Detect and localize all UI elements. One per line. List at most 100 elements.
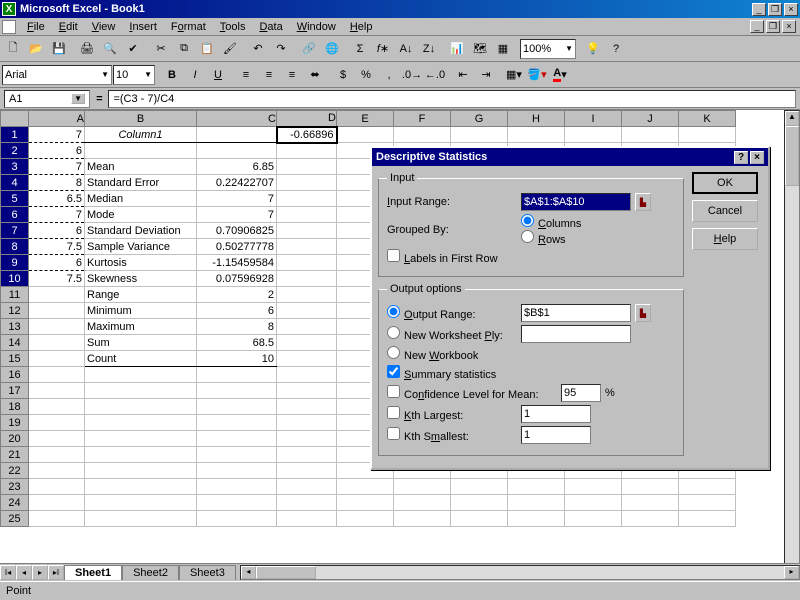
currency-icon[interactable]: $ [332, 64, 354, 85]
menu-tools[interactable]: Tools [213, 20, 253, 34]
cell-H25[interactable] [508, 511, 565, 527]
cell-D21[interactable] [277, 447, 337, 463]
col-header-G[interactable]: G [451, 111, 508, 127]
kth-smallest-field[interactable] [521, 426, 591, 444]
cell-A12[interactable] [29, 303, 85, 319]
cell-D5[interactable] [277, 191, 337, 207]
cell-E25[interactable] [337, 511, 394, 527]
format-painter-icon[interactable]: 🖌 [219, 38, 241, 59]
new-icon[interactable]: 🗋 [2, 38, 24, 59]
cell-J24[interactable] [622, 495, 679, 511]
cell-D15[interactable] [277, 351, 337, 367]
output-range-field[interactable] [521, 304, 631, 322]
cell-J23[interactable] [622, 479, 679, 495]
cell-D20[interactable] [277, 431, 337, 447]
row-header-13[interactable]: 13 [1, 319, 29, 335]
sheet-tab-2[interactable]: Sheet2 [122, 565, 179, 580]
cell-C4[interactable]: 0.22422707 [197, 175, 277, 191]
ok-button[interactable]: OK [692, 172, 758, 194]
cell-A21[interactable] [29, 447, 85, 463]
underline-icon[interactable]: U [207, 64, 229, 85]
cell-A7[interactable]: 6 [29, 223, 85, 239]
cell-A23[interactable] [29, 479, 85, 495]
cell-B3[interactable]: Mean [85, 159, 197, 175]
cell-C19[interactable] [197, 415, 277, 431]
cell-D19[interactable] [277, 415, 337, 431]
cell-C13[interactable]: 8 [197, 319, 277, 335]
cell-C17[interactable] [197, 383, 277, 399]
cell-D1[interactable]: -0.66896 [277, 127, 337, 143]
row-header-7[interactable]: 7 [1, 223, 29, 239]
cell-G25[interactable] [451, 511, 508, 527]
map-icon[interactable]: 🗺 [469, 38, 491, 59]
cell-C24[interactable] [197, 495, 277, 511]
doc-close-button[interactable]: × [782, 20, 796, 33]
autosum-icon[interactable]: Σ [349, 38, 371, 59]
pivot-icon[interactable]: ▦ [492, 38, 514, 59]
row-header-14[interactable]: 14 [1, 335, 29, 351]
cell-H1[interactable] [508, 127, 565, 143]
cell-D24[interactable] [277, 495, 337, 511]
fill-color-icon[interactable]: 🪣▾ [526, 64, 548, 85]
range-select-icon[interactable]: ▙ [635, 193, 651, 211]
cell-A18[interactable] [29, 399, 85, 415]
scroll-up-icon[interactable]: ▲ [785, 111, 799, 126]
cell-J25[interactable] [622, 511, 679, 527]
cell-G24[interactable] [451, 495, 508, 511]
new-worksheet-radio[interactable]: New Worksheet Ply: [387, 326, 517, 342]
row-header-15[interactable]: 15 [1, 351, 29, 367]
cell-B9[interactable]: Kurtosis [85, 255, 197, 271]
cell-A8[interactable]: 7.5 [29, 239, 85, 255]
scroll-left-icon[interactable]: ◂ [241, 566, 256, 579]
cell-A13[interactable] [29, 319, 85, 335]
row-header-22[interactable]: 22 [1, 463, 29, 479]
web-toolbar-icon[interactable]: 🌐 [321, 38, 343, 59]
font-name-combo[interactable]: Arial▼ [2, 65, 112, 85]
row-header-1[interactable]: 1 [1, 127, 29, 143]
cell-C3[interactable]: 6.85 [197, 159, 277, 175]
vertical-scrollbar[interactable]: ▲ ▼ [784, 110, 800, 580]
align-right-icon[interactable]: ≡ [281, 64, 303, 85]
align-center-icon[interactable]: ≡ [258, 64, 280, 85]
doc-restore-button[interactable]: ❐ [766, 20, 780, 33]
row-header-18[interactable]: 18 [1, 399, 29, 415]
new-workbook-radio[interactable]: New Workbook [387, 346, 478, 362]
cell-B21[interactable] [85, 447, 197, 463]
cell-B7[interactable]: Standard Deviation [85, 223, 197, 239]
row-header-23[interactable]: 23 [1, 479, 29, 495]
cell-C21[interactable] [197, 447, 277, 463]
cell-B19[interactable] [85, 415, 197, 431]
sheet-tab-1[interactable]: Sheet1 [64, 565, 122, 580]
cell-C14[interactable]: 68.5 [197, 335, 277, 351]
cell-B18[interactable] [85, 399, 197, 415]
cell-A11[interactable] [29, 287, 85, 303]
cell-D10[interactable] [277, 271, 337, 287]
cell-C22[interactable] [197, 463, 277, 479]
cell-K25[interactable] [679, 511, 736, 527]
row-header-3[interactable]: 3 [1, 159, 29, 175]
bold-icon[interactable]: B [161, 64, 183, 85]
cell-C25[interactable] [197, 511, 277, 527]
cell-B4[interactable]: Standard Error [85, 175, 197, 191]
cell-F1[interactable] [394, 127, 451, 143]
cancel-button[interactable]: Cancel [692, 200, 758, 222]
cell-D3[interactable] [277, 159, 337, 175]
cell-F23[interactable] [394, 479, 451, 495]
cell-B22[interactable] [85, 463, 197, 479]
cell-A19[interactable] [29, 415, 85, 431]
cell-A20[interactable] [29, 431, 85, 447]
cell-E23[interactable] [337, 479, 394, 495]
horizontal-scrollbar[interactable]: ◂ ▸ [240, 565, 800, 580]
col-header-F[interactable]: F [394, 111, 451, 127]
chart-icon[interactable]: 📊 [446, 38, 468, 59]
cell-E24[interactable] [337, 495, 394, 511]
col-header-B[interactable]: B [85, 111, 197, 127]
cell-B10[interactable]: Skewness [85, 271, 197, 287]
col-header-K[interactable]: K [679, 111, 736, 127]
summary-statistics-checkbox[interactable]: Summary statistics [387, 365, 496, 381]
cell-C23[interactable] [197, 479, 277, 495]
cell-B14[interactable]: Sum [85, 335, 197, 351]
cell-B2[interactable] [85, 143, 197, 159]
row-header-2[interactable]: 2 [1, 143, 29, 159]
increase-indent-icon[interactable]: ⇥ [475, 64, 497, 85]
